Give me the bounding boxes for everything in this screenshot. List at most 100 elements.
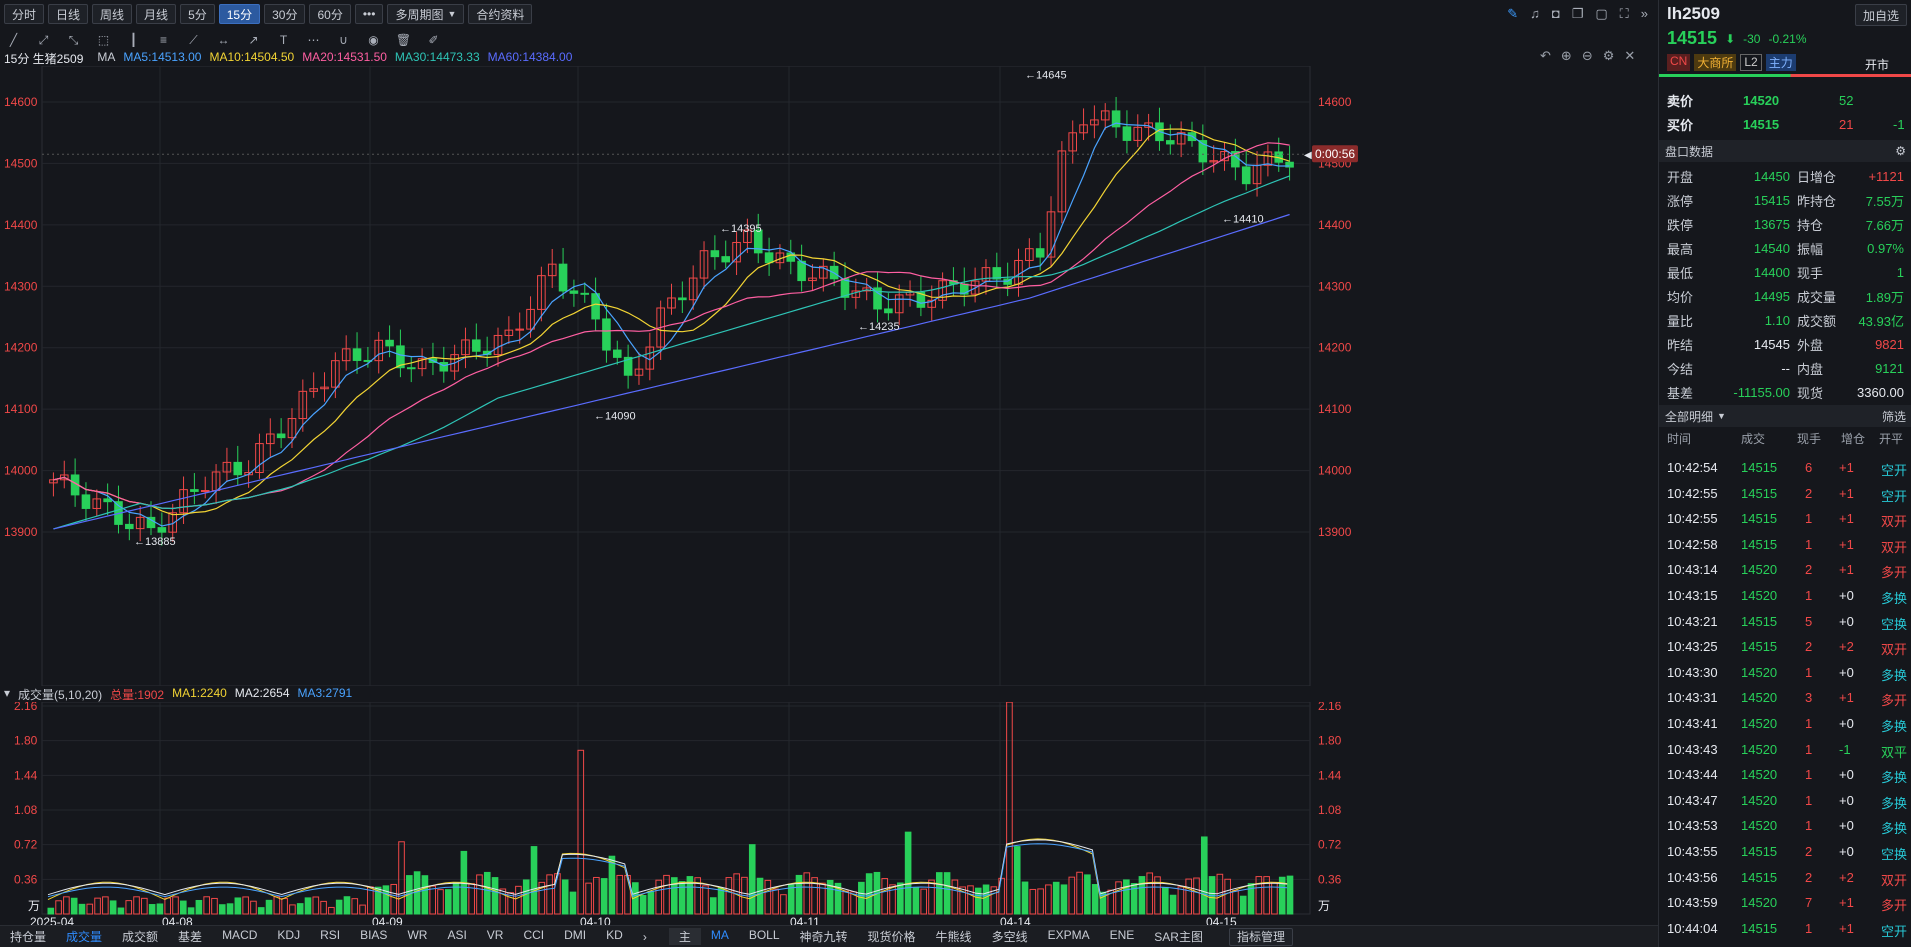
stat-row: 均价 14495 成交量 1.89万 — [1659, 284, 1911, 308]
indicator-tab-8[interactable]: WR — [397, 928, 437, 945]
indicator-tab-12[interactable]: DMI — [554, 928, 596, 945]
indicator-tab-4[interactable]: MACD — [212, 928, 267, 945]
volume-tick-right: 1.44 — [1318, 768, 1342, 782]
tick-cell-0: 10:43:21 — [1667, 613, 1718, 629]
ray-tool-icon[interactable]: ⤢ — [36, 33, 51, 48]
text-tool-icon[interactable]: Τ — [276, 33, 291, 48]
zoom-in-icon[interactable]: ⊕ — [1561, 48, 1572, 64]
main-indicator-tab-9[interactable]: SAR主图 — [1144, 928, 1213, 945]
ma30-line — [53, 175, 1290, 530]
volume-bar — [78, 903, 86, 915]
indicator-tab-9[interactable]: ASI — [437, 928, 476, 945]
indicator-tab-10[interactable]: VR — [477, 928, 514, 945]
contract-info-button[interactable]: 合约资料 — [468, 4, 533, 24]
indicator-tab-1[interactable]: 成交量 — [56, 928, 112, 945]
main-indicator-tab-3[interactable]: 神奇九转 — [790, 928, 858, 945]
volume-bar — [1068, 876, 1076, 915]
candle-body — [721, 256, 731, 263]
indicator-tab-11[interactable]: CCI — [513, 928, 554, 945]
main-indicator-tab-4[interactable]: 现货价格 — [858, 928, 926, 945]
main-indicator-tab-7[interactable]: EXPMA — [1038, 928, 1100, 945]
settings-icon[interactable]: ⚙ — [1603, 48, 1615, 64]
more-tools-icon[interactable]: ⋯ — [306, 33, 321, 48]
period-button-1[interactable]: 日线 — [48, 4, 89, 24]
main-indicator-tab-0[interactable]: 主 — [668, 928, 701, 945]
price-tick-left: 14300 — [4, 279, 38, 293]
period-button-4[interactable]: 5分 — [180, 4, 215, 24]
delete-icon[interactable]: 🗑 — [396, 33, 411, 48]
tag-l2: L2 — [1740, 54, 1762, 71]
volume-bar — [141, 897, 148, 915]
candle-tool-icon[interactable]: ┃ — [126, 33, 141, 48]
volume-collapse-icon[interactable]: ▾ — [4, 686, 10, 702]
volume-bar — [335, 899, 343, 915]
price-chart[interactable]: 14600 1460014500 1450014400 1440014300 14300… — [0, 66, 1658, 686]
line-tool-icon[interactable]: ╱ — [6, 33, 21, 48]
indicator-tab-6[interactable]: RSI — [310, 928, 350, 945]
bell-icon[interactable]: ♫ — [1530, 6, 1540, 22]
main-indicator-tab-2[interactable]: BOLL — [739, 928, 790, 945]
period-button-6[interactable]: 30分 — [264, 4, 306, 24]
tabs-scroll-arrow[interactable]: › — [633, 930, 657, 944]
tick-cell-0: 10:43:44 — [1667, 767, 1718, 783]
tag-exchange: 大商所 — [1694, 54, 1737, 71]
main-indicator-tab-6[interactable]: 多空线 — [982, 928, 1038, 945]
volume-bar — [897, 882, 904, 915]
indicator-tab-13[interactable]: KD — [596, 928, 633, 945]
stat-label: 量比 — [1667, 313, 1694, 329]
indicator-tab-5[interactable]: KDJ — [267, 928, 310, 945]
bid-price: 14515 — [1743, 116, 1780, 132]
undo-icon[interactable]: ↶ — [1540, 48, 1551, 64]
copy-icon[interactable]: ❐ — [1572, 6, 1584, 22]
main-indicator-tab-5[interactable]: 牛熊线 — [926, 928, 982, 945]
more-periods-button[interactable]: ••• — [354, 4, 384, 24]
indicator-manager-button[interactable]: 指标管理 — [1228, 927, 1293, 946]
fib-tool-icon[interactable]: ≡ — [156, 33, 171, 48]
tick-cell-2: 2 — [1805, 485, 1813, 501]
visibility-icon[interactable]: ◉ — [366, 33, 381, 48]
edit-icon[interactable]: ✎ — [1507, 6, 1518, 22]
tick-cell-3: +0 — [1839, 588, 1854, 603]
detail-title[interactable]: 全部明细 — [1665, 408, 1713, 425]
main-indicator-tab-8[interactable]: ENE — [1100, 928, 1145, 945]
tick-cell-2: 1 — [1805, 664, 1813, 680]
volume-chart[interactable]: 2.16 2.16 1.80 1.80 1.44 1.44 1.08 1.08 0.72 0.72… — [0, 702, 1658, 925]
tick-row: 10:43:53 14520 1 +0 多换 — [1659, 812, 1911, 838]
pen-icon[interactable]: ✐ — [426, 33, 441, 48]
period-button-5[interactable]: 15分 — [218, 4, 261, 24]
indicator-tab-0[interactable]: 持仓量 — [0, 928, 56, 945]
zoom-out-icon[interactable]: ⊖ — [1582, 48, 1593, 64]
indicator-tab-3[interactable]: 基差 — [168, 928, 212, 945]
period-button-3[interactable]: 月线 — [136, 4, 177, 24]
indicator-tab-7[interactable]: BIAS — [350, 928, 397, 945]
multi-period-dropdown[interactable]: 多周期图 ▼ — [387, 4, 465, 24]
volume-bar — [764, 879, 772, 915]
ma60-value: MA60:14384.00 — [487, 50, 573, 64]
stat-label-2: 持仓 — [1797, 217, 1824, 233]
period-button-2[interactable]: 周线 — [92, 4, 133, 24]
camera-icon[interactable]: ◘ — [1552, 6, 1560, 22]
volume-tick-right: 0.72 — [1318, 838, 1342, 852]
tick-cell-2: 3 — [1805, 690, 1813, 706]
magnet-icon[interactable]: ∪ — [336, 33, 351, 48]
channel-tool-icon[interactable]: ⤡ — [66, 33, 81, 48]
close-icon[interactable]: ✕ — [1624, 48, 1635, 64]
fullscreen-icon[interactable]: ⛶ — [1620, 6, 1629, 22]
indicator-tab-2[interactable]: 成交额 — [112, 928, 168, 945]
period-button-0[interactable]: 分时 — [4, 4, 45, 24]
volume-bar — [663, 874, 670, 915]
period-button-7[interactable]: 60分 — [309, 4, 351, 24]
volume-bar — [390, 883, 398, 915]
window-icon[interactable]: ▢ — [1595, 6, 1607, 22]
gann-tool-icon[interactable]: ⟋ — [186, 33, 201, 48]
add-watchlist-button[interactable]: 加自选 — [1855, 4, 1908, 26]
main-indicator-tab-1[interactable]: MA — [701, 928, 739, 945]
measure-tool-icon[interactable]: ↔ — [216, 33, 231, 48]
collapse-icon[interactable]: » — [1641, 6, 1648, 22]
shape-tool-icon[interactable]: ⬚ — [96, 33, 111, 48]
volume-bar — [351, 898, 359, 915]
filter-button[interactable]: 筛选 — [1882, 408, 1906, 425]
chevron-down-icon: ▼ — [447, 9, 457, 19]
arrow-tool-icon[interactable]: ↗ — [246, 33, 261, 48]
panel-settings-icon[interactable]: ⚙ — [1895, 144, 1906, 158]
